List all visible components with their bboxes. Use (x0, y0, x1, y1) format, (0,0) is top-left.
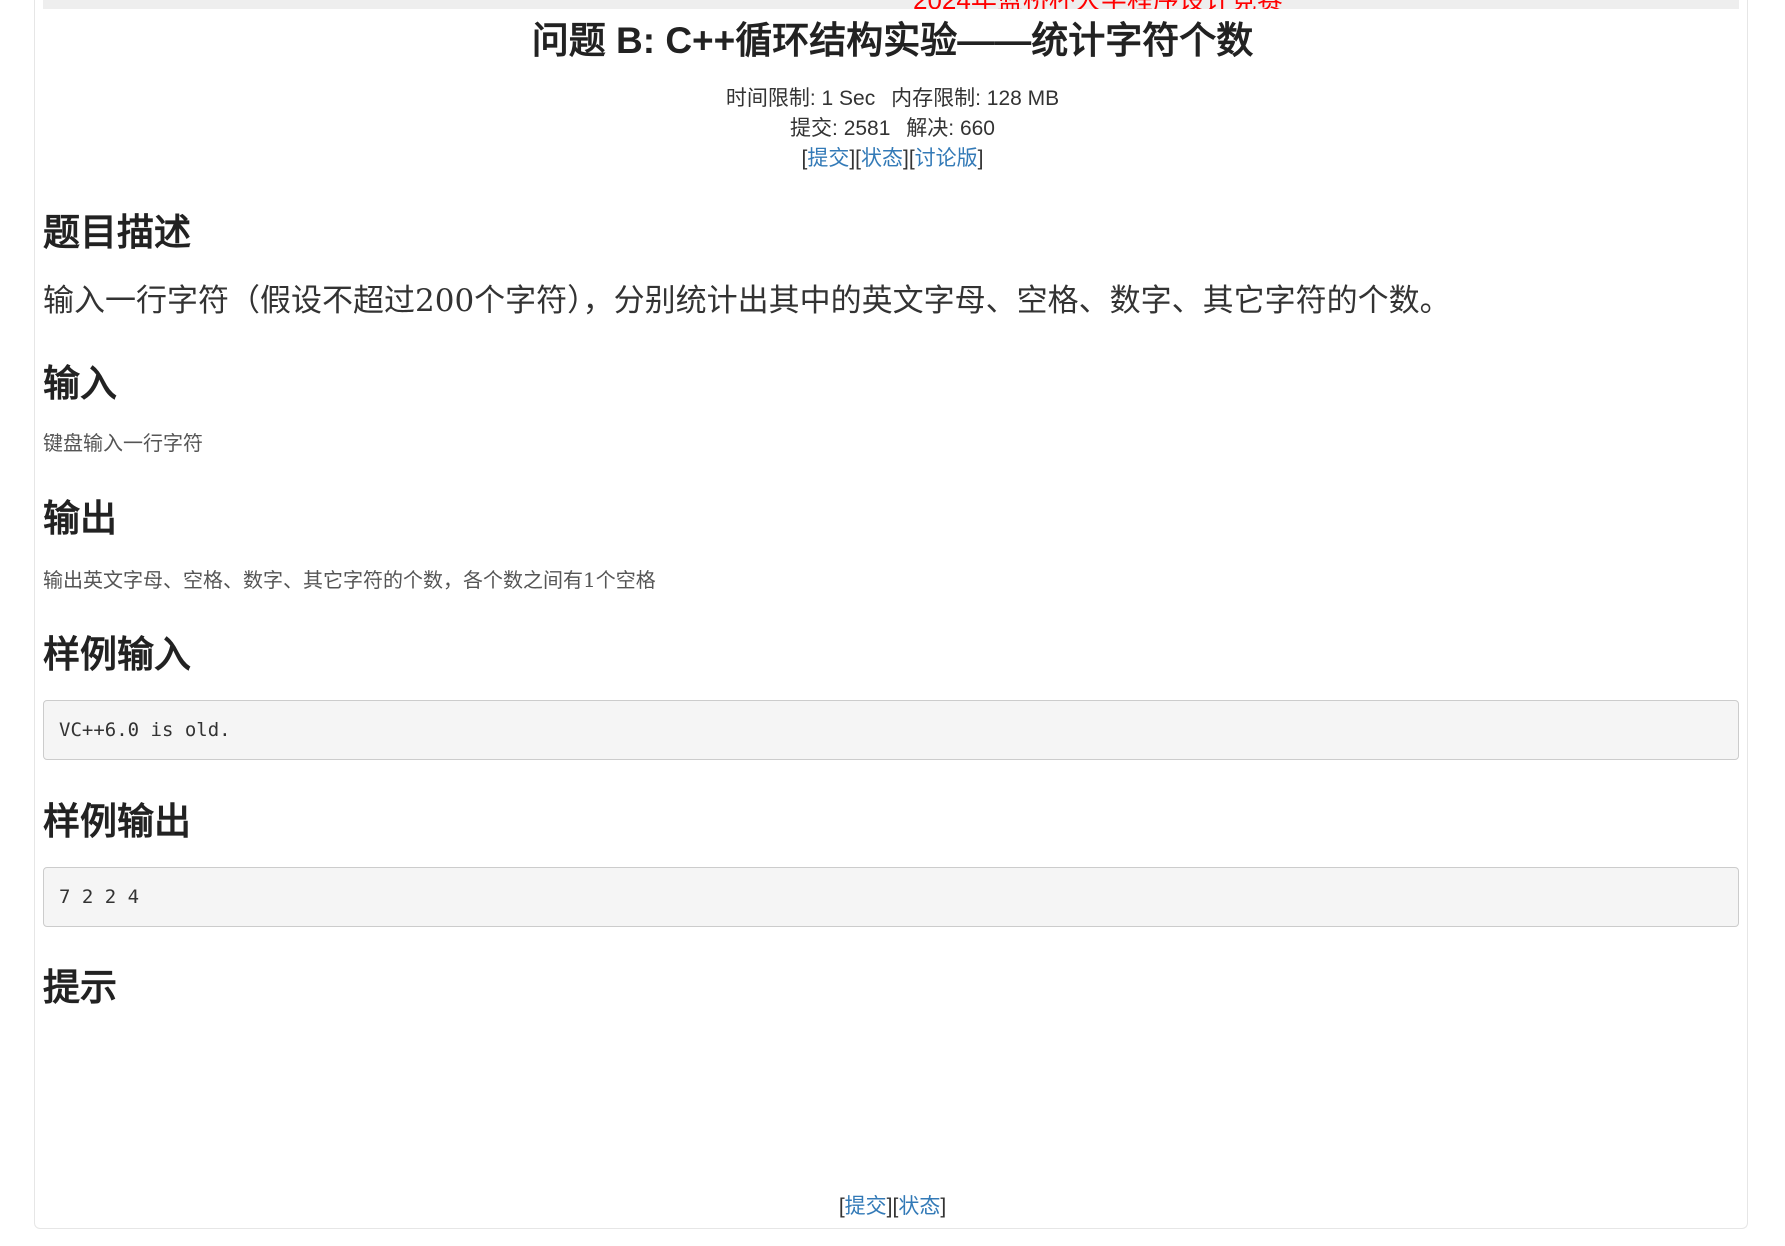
output-text: 输出英文字母、空格、数字、其它字符的个数，各个数之间有1个空格 (43, 568, 656, 592)
sample-output-box[interactable]: 7 2 2 4 (43, 867, 1739, 927)
submit-count-label: 提交: (790, 117, 838, 140)
banner-notice[interactable]: 2024年蓝桥杯大学程序设计竞赛 (913, 0, 1283, 9)
sample-output-heading: 样例输出 (43, 801, 191, 842)
submit-count-value: 2581 (843, 117, 891, 140)
top-banner: 2024年蓝桥杯大学程序设计竞赛 (43, 0, 1739, 9)
input-heading: 输入 (43, 363, 117, 404)
discuss-link[interactable]: 讨论版 (915, 147, 978, 170)
memory-limit-value: 128 MB (986, 87, 1060, 110)
solved-count-label: 解决: (906, 117, 955, 140)
time-limit-value: 1 Sec (821, 87, 876, 110)
stats-line: 提交: 2581 解决: 660 (0, 114, 1785, 144)
sample-input-heading: 样例输入 (43, 634, 191, 675)
page-title: 问题 B: C++循环结构实验——统计字符个数 (531, 20, 1254, 61)
time-limit-label: 时间限制: (725, 87, 816, 110)
memory-limit-label: 内存限制: (891, 87, 981, 110)
submit-link[interactable]: 提交 (807, 147, 849, 170)
description-heading: 题目描述 (43, 212, 191, 253)
solved-count-value: 660 (959, 117, 995, 140)
limits-line: 时间限制: 1 Sec 内存限制: 128 MB (0, 84, 1785, 114)
sample-input-box[interactable]: VC++6.0 is old. (43, 700, 1739, 760)
problem-panel (34, 0, 1748, 1229)
output-heading: 输出 (43, 498, 117, 539)
top-links: [提交][状态][讨论版] (801, 147, 984, 170)
bottom-status-link[interactable]: 状态 (898, 1195, 940, 1218)
hint-heading: 提示 (43, 967, 117, 1008)
status-link[interactable]: 状态 (861, 147, 903, 170)
input-text: 键盘输入一行字符 (43, 431, 203, 455)
bottom-links: [提交][状态] (838, 1195, 947, 1218)
description-text: 输入一行字符（假设不超过200个字符），分别统计出其中的英文字母、空格、数字、其… (43, 283, 1451, 319)
bottom-submit-link[interactable]: 提交 (845, 1195, 887, 1218)
